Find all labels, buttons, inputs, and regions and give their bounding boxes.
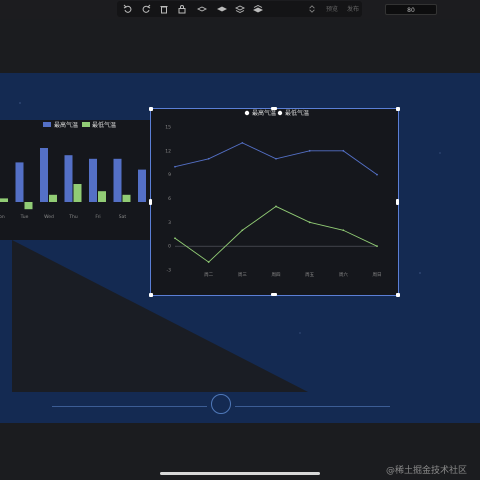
legend-label-low: 最低气温 (285, 109, 309, 117)
x-tick-label: 周日 (373, 272, 382, 278)
bar-high-Sat (113, 158, 122, 202)
zoom-stepper-icon[interactable] (308, 5, 316, 13)
bar-low-Thu (73, 184, 82, 202)
bar-high-Thu (64, 155, 73, 202)
bar-low-Tue (24, 202, 33, 210)
series-line-low (174, 205, 378, 263)
legend-marker-high (244, 110, 250, 116)
point-low-周二 (207, 261, 210, 263)
x-tick-label: 周二 (204, 272, 213, 278)
legend-swatch-low (82, 122, 90, 127)
resize-handle-bottom[interactable] (271, 293, 277, 296)
x-tick-label: Thu (68, 214, 78, 220)
bar-high-Tue (15, 162, 24, 202)
legend-marker-low (277, 110, 283, 116)
home-indicator[interactable] (160, 472, 320, 475)
bar-high-Fri (89, 158, 97, 202)
zoom-input[interactable]: 80 (385, 4, 437, 15)
x-tick-label: Wed (44, 214, 54, 220)
bar-low-Sat (122, 194, 131, 202)
decor-circle-icon (211, 394, 231, 414)
point-low-周六 (342, 229, 345, 232)
point-high-周六 (342, 149, 345, 152)
y-tick-label: 12 (165, 148, 171, 154)
bar-high-Wed (40, 148, 48, 202)
resize-handle-top-right[interactable] (396, 107, 400, 111)
y-tick-label: 6 (168, 196, 171, 202)
x-tick-label: Mon (0, 214, 5, 220)
legend-label-high: 最高气温 (252, 109, 276, 117)
decor-line-right (235, 406, 390, 407)
trash-icon[interactable] (158, 3, 170, 15)
canvas-top-margin (0, 19, 480, 73)
x-tick-label: Tue (20, 214, 29, 220)
redo-icon[interactable] (140, 3, 152, 15)
bar-chart-widget[interactable]: 最高气温 最低气温 Mon Tue Wed Thu Fri Sat (0, 120, 156, 240)
resize-handle-left[interactable] (149, 199, 152, 205)
line-chart-widget[interactable]: 最高气温 最低气温 15 12 9 6 3 0 -3 周二 周三 周四 周五 周六 周日 (150, 108, 399, 296)
x-tick-label: Fri (95, 214, 100, 220)
point-high-周五 (308, 149, 311, 152)
point-low-周日 (376, 245, 378, 248)
y-tick-label: -3 (167, 268, 172, 274)
y-tick-label: 0 (168, 244, 171, 250)
layer-up-icon[interactable] (196, 3, 208, 15)
x-tick-label: Sat (119, 214, 127, 220)
x-tick-label: 周四 (272, 272, 281, 278)
x-tick-label: 周六 (339, 271, 348, 278)
point-low-周四 (275, 205, 277, 208)
resize-handle-bottom-right[interactable] (396, 293, 400, 297)
lock-icon[interactable] (176, 3, 188, 15)
legend-label-high: 最高气温 (54, 121, 78, 129)
y-tick-label: 15 (165, 125, 171, 131)
bar-high-Sun (138, 169, 146, 202)
legend-swatch-high (43, 122, 51, 127)
toolbar-group: 80 预览 发布 (117, 1, 437, 17)
point-low-周三 (241, 229, 244, 232)
watermark: @稀土掘金技术社区 (386, 466, 468, 476)
point-high-周一 (174, 165, 176, 168)
bar-low-Mon (0, 198, 8, 202)
x-tick-label: 周三 (238, 272, 247, 278)
preview-button[interactable]: 预览 (326, 4, 338, 15)
resize-handle-top-left[interactable] (149, 107, 153, 111)
publish-button[interactable]: 发布 (347, 4, 359, 15)
resize-handle-top[interactable] (271, 107, 277, 110)
undo-icon[interactable] (122, 3, 134, 15)
line-chart: 最高气温 最低气温 15 12 9 6 3 0 -3 周二 周三 周四 周五 周六 周日 (165, 109, 382, 278)
editor-toolbar: 80 预览 发布 (0, 0, 480, 19)
bar-low-Fri (98, 191, 106, 202)
legend-label-low: 最低气温 (92, 121, 116, 129)
resize-handle-bottom-left[interactable] (149, 293, 153, 297)
resize-handle-right[interactable] (396, 199, 399, 205)
layer-down-icon[interactable] (216, 3, 228, 15)
y-tick-label: 3 (168, 220, 171, 226)
x-tick-label: 周五 (305, 272, 314, 278)
send-back-icon[interactable] (252, 3, 264, 15)
bar-chart: 最高气温 最低气温 Mon Tue Wed Thu Fri Sat (0, 121, 146, 220)
decor-line-left (52, 406, 207, 407)
point-high-周日 (376, 173, 378, 176)
point-low-周五 (308, 221, 311, 224)
point-high-周三 (241, 141, 244, 144)
point-high-周二 (207, 157, 210, 160)
bring-front-icon[interactable] (234, 3, 246, 15)
y-tick-label: 9 (168, 172, 171, 178)
point-high-周四 (275, 157, 277, 160)
bar-low-Wed (49, 194, 57, 202)
point-low-周一 (174, 237, 176, 240)
